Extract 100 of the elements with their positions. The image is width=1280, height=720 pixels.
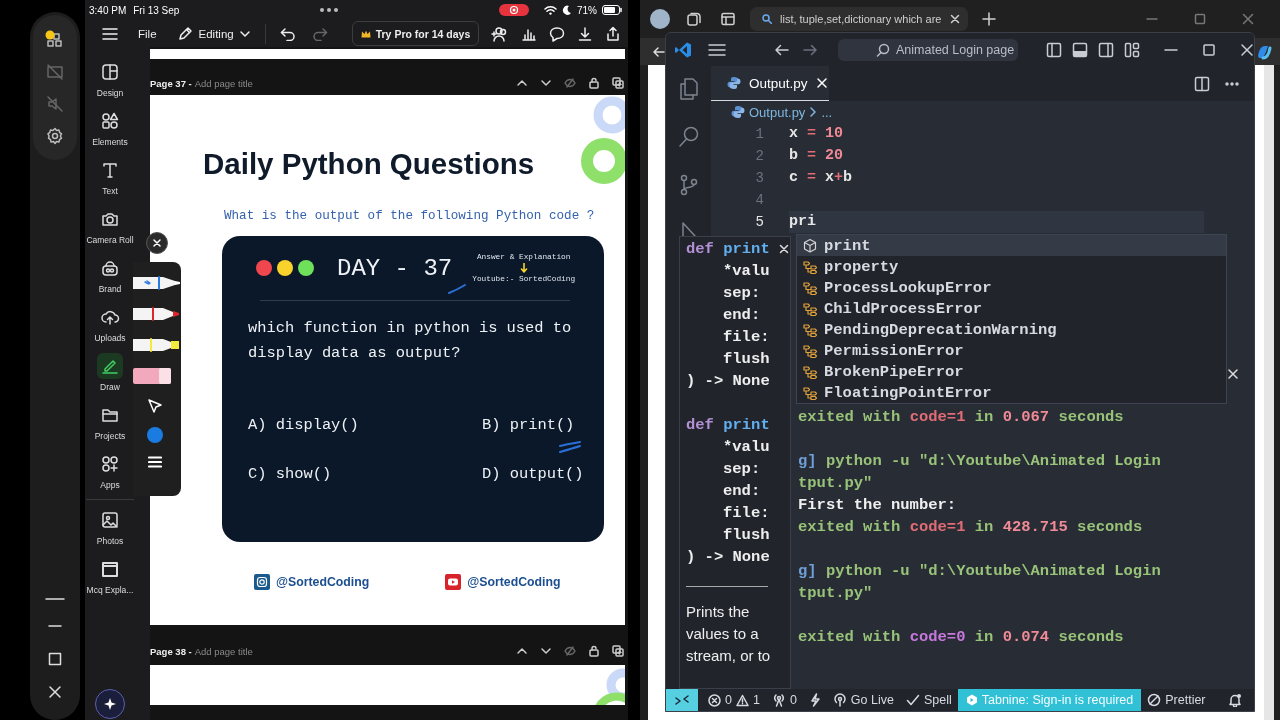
line-number: 1 <box>754 126 764 142</box>
answer-option: A) display() <box>248 416 482 434</box>
line-number: 2 <box>754 148 764 164</box>
spell-button[interactable]: Spell <box>899 689 958 711</box>
maximize-icon[interactable] <box>1202 42 1216 57</box>
duplicate-icon[interactable] <box>612 645 624 657</box>
suggestion-item[interactable]: print <box>797 235 1226 256</box>
sidebar-tab[interactable]: Apps <box>87 450 133 499</box>
python-file-icon <box>727 76 741 90</box>
scrollbar[interactable] <box>1264 65 1274 720</box>
sidebar-tab[interactable]: Brand <box>87 254 133 303</box>
sidebar-tab[interactable]: Projects <box>87 401 133 450</box>
page-title-field[interactable]: Add page title <box>194 646 253 657</box>
remote-icon <box>675 693 689 707</box>
bell-icon <box>1228 693 1242 707</box>
share-icon[interactable] <box>605 25 622 42</box>
sidebar-tab[interactable]: Elements <box>87 107 133 156</box>
sidebar-tab[interactable]: Draw <box>87 352 133 401</box>
undo-icon[interactable] <box>279 26 296 41</box>
editing-menu[interactable]: Editing <box>176 25 250 42</box>
menu-icon[interactable] <box>708 42 726 57</box>
forward-icon[interactable] <box>802 42 818 57</box>
back-icon[interactable] <box>774 42 790 57</box>
layout-icon[interactable] <box>1124 41 1140 58</box>
mute-icon[interactable] <box>45 94 65 114</box>
sidebar-tab[interactable]: Text <box>87 156 133 205</box>
avatar[interactable] <box>650 9 670 29</box>
try-pro-button[interactable]: Try Pro for 14 days <box>351 21 480 46</box>
hidden-icon[interactable] <box>564 645 576 657</box>
lock-icon[interactable] <box>588 77 600 89</box>
remote-button[interactable] <box>666 689 698 711</box>
ports-indicator[interactable]: 0 <box>765 689 803 711</box>
pointer-icon[interactable] <box>147 398 163 414</box>
output-line: g] python -u "d:\Youtube\Animated Login <box>798 451 1162 472</box>
sidebar-tab[interactable]: Design <box>87 58 133 107</box>
back-icon[interactable] <box>652 44 666 59</box>
browser-tab[interactable]: list, tuple,set,dictionary which are <box>750 7 968 31</box>
more-icon[interactable] <box>318 7 341 13</box>
close-button[interactable] <box>146 232 168 254</box>
page-number: Page 37 - <box>150 78 192 89</box>
close-icon[interactable] <box>47 684 63 700</box>
marker-icon[interactable] <box>133 305 181 323</box>
problems-indicator[interactable]: 0 1 <box>702 689 766 711</box>
copilot-icon[interactable] <box>1256 43 1272 60</box>
code-editor-logo <box>674 40 692 59</box>
chevron-up-icon[interactable] <box>516 77 528 89</box>
redo-icon[interactable] <box>311 26 328 41</box>
suggestion-item[interactable]: FloatingPointError <box>797 382 1226 403</box>
magic-button[interactable] <box>95 689 125 719</box>
page-title-field[interactable]: Add page title <box>194 78 253 89</box>
window-icon <box>100 559 120 579</box>
hidden-icon[interactable] <box>564 77 576 89</box>
split-editor-icon[interactable] <box>1194 75 1210 92</box>
brand-icon <box>100 258 120 278</box>
breadcrumb-item[interactable]: ... <box>821 104 833 120</box>
output-line: First the number: <box>798 495 958 516</box>
close-icon[interactable] <box>1240 42 1254 57</box>
sidebar-tab[interactable]: Camera Roll <box>87 205 133 254</box>
chevron-down-icon[interactable] <box>540 77 552 89</box>
screen-off-icon[interactable] <box>45 62 65 82</box>
chevron-down-icon[interactable] <box>540 645 552 657</box>
parameter-line: end: <box>722 305 762 326</box>
comment-icon[interactable] <box>549 25 566 42</box>
secondary-sidebar-icon[interactable] <box>1098 41 1114 58</box>
panel-toggle-icon[interactable] <box>1072 41 1088 58</box>
file-menu[interactable]: File <box>138 27 157 40</box>
duplicate-icon[interactable] <box>612 77 624 89</box>
chevron-up-icon[interactable] <box>516 645 528 657</box>
marker-icon[interactable] <box>133 274 181 292</box>
highlighter-icon[interactable] <box>133 336 181 354</box>
settings-icon[interactable] <box>45 126 65 146</box>
search-icon <box>876 42 890 57</box>
suggestion-item[interactable]: BrokenPipeError <box>797 361 1226 382</box>
suggestion-item[interactable]: PendingDeprecationWarning <box>797 319 1226 340</box>
breadcrumb-item[interactable]: Output.py <box>731 104 806 120</box>
signature-line: def print <box>686 415 770 436</box>
color-dot[interactable] <box>147 427 163 443</box>
command-center[interactable]: Animated Login page <box>838 38 1018 61</box>
sidebar-toggle-icon[interactable] <box>1046 41 1062 58</box>
suggestion-item[interactable]: PermissionError <box>797 340 1226 361</box>
output-line: exited with code=0 in 0.074 seconds <box>798 627 1125 648</box>
suggestion-item[interactable]: property <box>797 256 1226 277</box>
suggestion-item[interactable]: ProcessLookupError <box>797 277 1226 298</box>
parameter-line: file: <box>722 327 771 348</box>
line-number: 4 <box>754 192 764 208</box>
sidebar-tab[interactable]: Uploads <box>87 303 133 352</box>
parameter-line: *valu <box>722 261 771 282</box>
sidebar-tab[interactable]: Photos <box>87 506 133 555</box>
go-live-button[interactable]: Go Live <box>826 689 900 711</box>
editor-tab[interactable]: Output.py <box>711 66 829 101</box>
workspaces-icon[interactable] <box>686 11 702 27</box>
tab-panel-icon[interactable] <box>720 11 736 27</box>
search-icon[interactable] <box>676 125 701 149</box>
sidebar-tab[interactable]: Mcq Expla... <box>87 555 133 604</box>
suggestion-item[interactable]: ChildProcessError <box>797 298 1226 319</box>
new-tab-icon[interactable] <box>982 12 996 26</box>
apps-icon[interactable] <box>45 30 65 50</box>
lock-icon[interactable] <box>588 645 600 657</box>
download-icon[interactable] <box>577 25 594 42</box>
prettier-button[interactable]: Prettier <box>1141 689 1212 711</box>
